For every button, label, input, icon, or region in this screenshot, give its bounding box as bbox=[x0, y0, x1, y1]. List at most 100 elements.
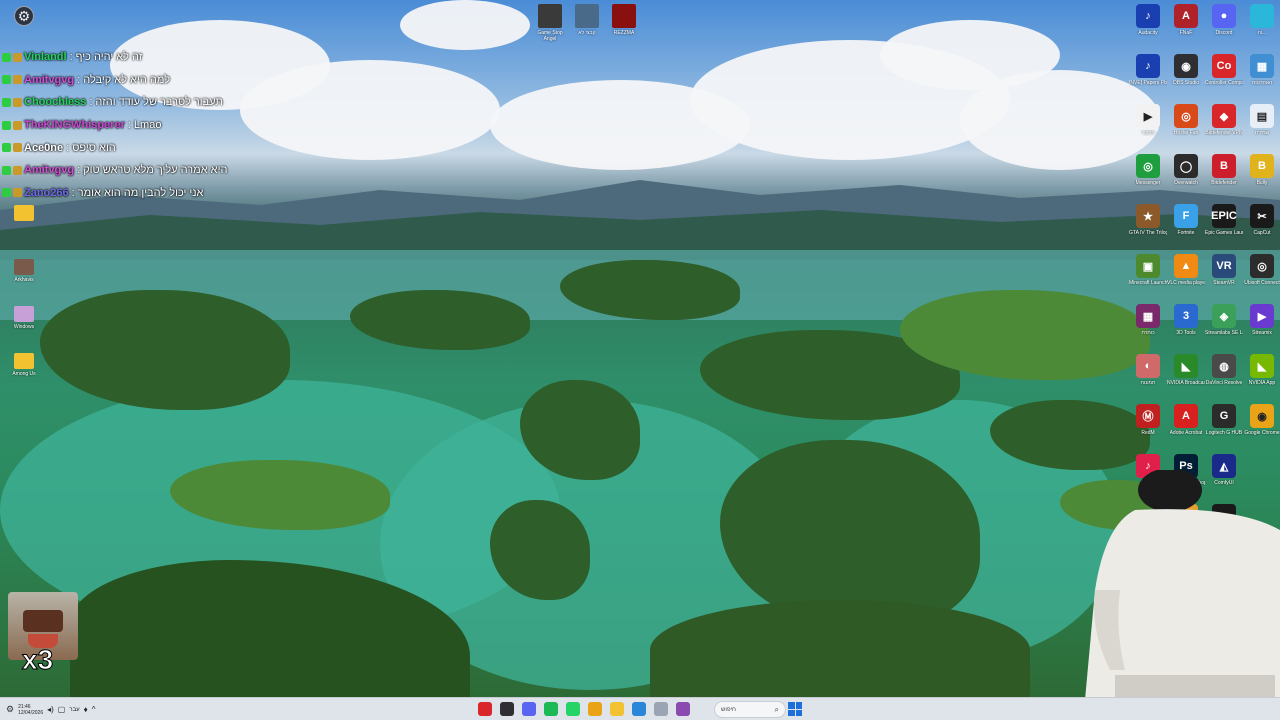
desktop-shortcut[interactable]: ◎ Ubisoft Connect bbox=[1243, 254, 1280, 286]
app-icon: ♪ bbox=[1136, 4, 1160, 28]
desktop-shortcut[interactable]: Among Us bbox=[11, 353, 37, 377]
taskbar-discord-icon[interactable] bbox=[522, 702, 536, 716]
desktop-shortcut[interactable]: B Bully bbox=[1243, 154, 1280, 186]
desktop-shortcut[interactable]: Ⓜ RedM bbox=[1129, 404, 1167, 436]
app-icon: ▤ bbox=[1250, 104, 1274, 128]
desktop-shortcut[interactable]: A FNaF bbox=[1167, 4, 1205, 36]
speaker-icon[interactable]: ◂) bbox=[47, 705, 54, 714]
shortcut-label: OBS Studio bbox=[1172, 80, 1200, 86]
desktop-shortcut[interactable]: Game Stop Angel bbox=[532, 4, 568, 42]
desktop-shortcut[interactable]: Co Controller Companion bbox=[1205, 54, 1243, 86]
taskbar-file-explorer-icon[interactable] bbox=[610, 702, 624, 716]
desktop-shortcut[interactable]: 3 3D Tools bbox=[1167, 304, 1205, 336]
system-tray: ⚙ 21:46 12/04/2026 ◂) ▢ עבר ♦ ^ bbox=[6, 698, 96, 720]
taskbar-spotify-icon[interactable] bbox=[544, 702, 558, 716]
taskbar-game-app-icon[interactable] bbox=[676, 702, 690, 716]
desktop-shortcut[interactable]: ♪ [NVE] Papers Pls bbox=[1129, 54, 1167, 86]
app-icon: ▣ bbox=[1136, 254, 1160, 278]
settings-icon[interactable]: ⚙ bbox=[14, 6, 34, 26]
shortcut-label: שמירת bbox=[1254, 130, 1270, 136]
app-icon: ◉ bbox=[1250, 404, 1274, 428]
desktop-shortcut[interactable]: VR SteamVR bbox=[1205, 254, 1243, 286]
app-icon: VR bbox=[1212, 254, 1236, 278]
start-button[interactable] bbox=[788, 702, 802, 716]
island bbox=[40, 290, 290, 410]
desktop-shortcut[interactable]: קבצי לא bbox=[569, 4, 605, 36]
chat-username: Zano266 bbox=[24, 186, 69, 199]
shortcut-label: DaVinci Resolve bbox=[1205, 380, 1243, 386]
shortcut-label: Discord bbox=[1215, 30, 1233, 36]
app-icon: ▦ bbox=[1136, 304, 1160, 328]
desktop-shortcut[interactable]: ni... bbox=[1243, 4, 1280, 36]
desktop-shortcut[interactable]: A Adobe Acrobat bbox=[1167, 404, 1205, 436]
badge-icon bbox=[2, 97, 11, 107]
taskbar-red-app-icon[interactable] bbox=[478, 702, 492, 716]
settings-tray-icon[interactable]: ⚙ bbox=[6, 704, 14, 715]
shortcut-label: ni... bbox=[1257, 30, 1267, 36]
shortcut-label: Hit the Fun bbox=[1173, 130, 1199, 136]
desktop-shortcut[interactable]: ◍ DaVinci Resolve bbox=[1205, 354, 1243, 386]
desktop-shortcut[interactable]: ◎ Hit the Fun bbox=[1167, 104, 1205, 136]
desktop-shortcut[interactable]: EPIC Epic Games Launcher bbox=[1205, 204, 1243, 236]
chat-separator: : bbox=[69, 51, 73, 64]
desktop-shortcut[interactable]: Arkhavis bbox=[11, 259, 37, 283]
chat-username: Ace0ne bbox=[24, 141, 64, 154]
desktop-shortcut[interactable]: ▦ כותרת bbox=[1129, 304, 1167, 336]
taskbar-notepad-icon[interactable] bbox=[654, 702, 668, 716]
notifications-icon[interactable]: ▢ bbox=[58, 705, 66, 714]
language-indicator[interactable]: עבר bbox=[69, 707, 79, 713]
chat-separator: : bbox=[71, 186, 75, 199]
badge-icon bbox=[13, 143, 22, 153]
app-icon: A bbox=[1174, 4, 1198, 28]
taskbar-whatsapp-icon[interactable] bbox=[566, 702, 580, 716]
desktop-shortcut[interactable]: ▤ שמירת bbox=[1243, 104, 1280, 136]
desktop-shortcut[interactable]: Windows bbox=[11, 306, 37, 330]
desktop-shortcut[interactable]: F Fortnite bbox=[1167, 204, 1205, 236]
desktop-shortcut[interactable]: B Bitdefender bbox=[1205, 154, 1243, 186]
desktop-shortcut[interactable]: ◣ NVIDIA App bbox=[1243, 354, 1280, 386]
search-input[interactable]: חיפוש ⌕ bbox=[714, 701, 786, 718]
shortcut-label: Google Chrome bbox=[1244, 430, 1280, 436]
desktop-shortcut[interactable]: ◉ OBS Studio bbox=[1167, 54, 1205, 86]
desktop-shortcut[interactable]: ◆ Bitdefender VPN bbox=[1205, 104, 1243, 136]
taskbar-obs-icon[interactable] bbox=[500, 702, 514, 716]
desktop-shortcut[interactable]: ◈ Streamlabs SE Live bbox=[1205, 304, 1243, 336]
app-icon: ▦ bbox=[1250, 54, 1274, 78]
badge-icon bbox=[13, 120, 22, 130]
app-icon: B bbox=[1212, 154, 1236, 178]
desktop-shortcut[interactable]: ★ GTA IV The Trilogy bbox=[1129, 204, 1167, 236]
desktop-shortcut[interactable]: G Logitech G HUB bbox=[1205, 404, 1243, 436]
desktop-shortcut[interactable]: REZZMA bbox=[606, 4, 642, 36]
webcam-person bbox=[1085, 470, 1280, 700]
shortcut-label: Audacity bbox=[1138, 30, 1158, 36]
shortcut-label: תפקיד bbox=[1141, 130, 1155, 136]
desktop-shortcut[interactable]: ♪ Audacity bbox=[1129, 4, 1167, 36]
desktop-shortcut[interactable]: ● Discord bbox=[1205, 4, 1243, 36]
desktop-folder[interactable] bbox=[11, 205, 37, 221]
desktop-shortcut[interactable]: ◉ Google Chrome bbox=[1243, 404, 1280, 436]
badge-icon bbox=[13, 165, 22, 175]
mic-icon[interactable]: ♦ bbox=[84, 705, 88, 714]
desktop-shortcut[interactable]: ◎ Messenger bbox=[1129, 154, 1167, 186]
chat-separator: : bbox=[77, 164, 81, 177]
desktop-shortcut[interactable]: ✂ CapCut bbox=[1243, 204, 1280, 236]
desktop-shortcut[interactable]: ◣ NVIDIA Broadcast bbox=[1167, 354, 1205, 386]
clock[interactable]: 21:46 12/04/2026 bbox=[18, 704, 43, 716]
desktop-shortcut[interactable]: ▶ Streamix bbox=[1243, 304, 1280, 336]
desktop-shortcut[interactable]: ◯ Overwatch bbox=[1167, 154, 1205, 186]
chat-separator: : bbox=[127, 119, 131, 132]
shortcut-label: 3D Tools bbox=[1176, 330, 1196, 336]
emote-label: x3 bbox=[21, 644, 54, 676]
taskbar-chrome-icon[interactable] bbox=[588, 702, 602, 716]
app-icon bbox=[14, 306, 34, 322]
desktop-shortcut[interactable]: ▣ Minecraft Launcher bbox=[1129, 254, 1167, 286]
desktop-shortcut[interactable]: ▦ האחרונות bbox=[1243, 54, 1280, 86]
desktop-shortcut[interactable]: ▶ תפקיד bbox=[1129, 104, 1167, 136]
taskbar-photos-icon[interactable] bbox=[632, 702, 646, 716]
shortcut-label: Arkhavis bbox=[14, 277, 34, 283]
chat-text: זה לא יהיה כיף bbox=[75, 51, 143, 64]
app-icon bbox=[612, 4, 636, 28]
desktop-shortcut[interactable]: ▲ VLC media player bbox=[1167, 254, 1205, 286]
desktop-shortcut[interactable]: ◐ תמונות bbox=[1129, 354, 1167, 386]
chevron-up-icon[interactable]: ^ bbox=[92, 705, 96, 714]
